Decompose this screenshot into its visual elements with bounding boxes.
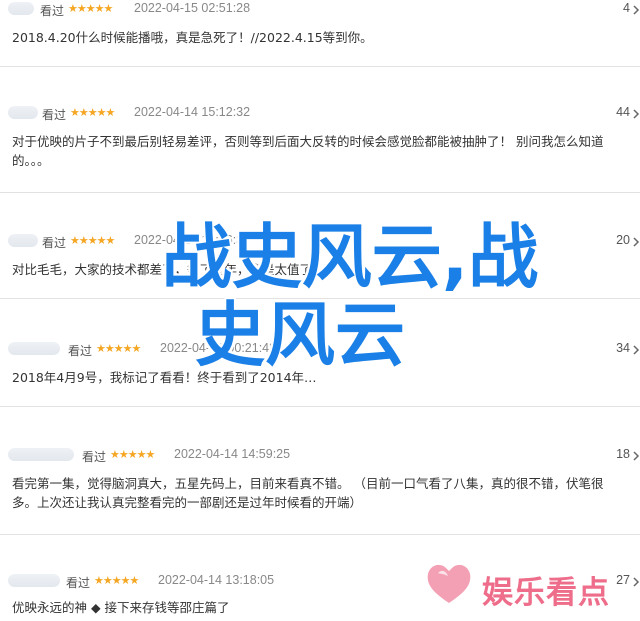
avatar[interactable] <box>8 574 60 587</box>
review-text: 看完第一集，觉得脑洞真大，五星先码上，目前来看真不错。 （目前一口气看了八集，真… <box>12 476 604 510</box>
overlay-title-line1: 战史风云,战 <box>161 216 539 298</box>
review-item: 看过 ★★★★★ 2022-04-14 15:12:32 44 对于优映的片子不… <box>0 104 640 193</box>
review-date: 2022-04-14 15:12:32 <box>134 105 251 119</box>
watermark-text: 娱乐看点 <box>482 575 610 611</box>
review-date: 2022-04-14 13:18:05 <box>158 573 275 587</box>
rating-stars: ★★★★★ <box>68 3 113 15</box>
scroll-arrow-icon[interactable] <box>632 107 640 119</box>
review-text: 2018.4.20什么时候能播哦，真是急死了！//2022.4.15等到你。 <box>12 30 373 45</box>
watermark: 娱乐看点 <box>424 563 634 611</box>
rating-stars: ★★★★★ <box>94 575 139 587</box>
heart-logo-icon <box>424 559 474 607</box>
avatar[interactable] <box>8 2 34 15</box>
overlay-title-line2: 史风云 <box>195 294 405 376</box>
review-date: 2022-04-14 14:59:25 <box>174 447 291 461</box>
rating-label: 看过 <box>40 4 65 18</box>
review-text: 对于优映的片子不到最后别轻易差评，否则等到后面大反转的时候会感觉脸都能被抽肿了！… <box>12 134 604 168</box>
rating-label: 看过 <box>66 576 91 590</box>
avatar[interactable] <box>8 448 74 461</box>
like-count: 4 <box>623 1 630 15</box>
rating-stars: ★★★★★ <box>70 107 115 119</box>
review-meta: 看过 ★★★★★ 2022-04-14 14:59:25 18 <box>0 446 640 464</box>
scroll-arrow-icon[interactable] <box>632 449 640 461</box>
review-meta: 看过 ★★★★★ 2022-04-15 02:51:28 4 <box>0 0 640 18</box>
scroll-arrow-icon[interactable] <box>632 3 640 15</box>
like-count: 44 <box>616 105 630 119</box>
overlay-title: 战史风云,战 史风云 <box>0 218 640 374</box>
review-date: 2022-04-15 02:51:28 <box>134 1 251 15</box>
avatar[interactable] <box>8 106 38 119</box>
rating-label: 看过 <box>42 108 67 122</box>
review-item: 看过 ★★★★★ 2022-04-15 02:51:28 4 2018.4.20… <box>0 0 640 67</box>
rating-stars: ★★★★★ <box>110 449 155 461</box>
rating-label: 看过 <box>82 450 107 464</box>
review-item: 看过 ★★★★★ 2022-04-14 14:59:25 18 看完第一集，觉得… <box>0 446 640 535</box>
review-meta: 看过 ★★★★★ 2022-04-14 15:12:32 44 <box>0 104 640 122</box>
like-count: 18 <box>616 447 630 461</box>
